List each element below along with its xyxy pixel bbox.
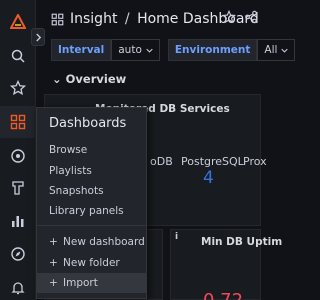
stat-value-postgresql: 4 xyxy=(203,168,214,188)
menu-item-playlists[interactable]: Playlists xyxy=(49,165,92,177)
plus-icon: + xyxy=(49,257,58,269)
chevron-right-icon xyxy=(35,33,41,41)
starred-icon[interactable] xyxy=(0,72,36,104)
menu-divider xyxy=(37,225,146,226)
share-icon[interactable] xyxy=(244,10,258,24)
stat-label-odb: oDB xyxy=(150,155,173,168)
breadcrumb-folder[interactable]: Insight xyxy=(70,11,117,27)
environment-value: All xyxy=(264,44,278,56)
interval-value: auto xyxy=(118,44,142,56)
query-analytics-icon[interactable] xyxy=(0,172,36,204)
star-icon[interactable] xyxy=(222,10,236,24)
interval-variable-label: Interval xyxy=(51,39,112,61)
variables-bar: Interval auto Environment All xyxy=(51,39,296,61)
min-db-uptime-panel: i Min DB Uptim 0 72 xyxy=(170,229,282,300)
chevron-down-icon xyxy=(146,48,153,53)
dashboard-nav: Insight / Home Dashboard xyxy=(37,0,261,38)
environment-variable-label: Environment xyxy=(167,39,258,61)
stat-label-postgresql: PostgreSQL xyxy=(181,155,244,168)
row-title: Overview xyxy=(65,72,127,86)
plus-icon: + xyxy=(49,277,58,289)
interval-select[interactable]: auto xyxy=(111,39,160,61)
plus-icon: + xyxy=(49,236,58,248)
new-dashboard-label: New dashboard xyxy=(63,236,145,248)
toolbar xyxy=(222,10,258,24)
chevron-down-icon xyxy=(281,48,289,53)
bell-icon[interactable] xyxy=(0,272,36,300)
stat-value-uptime: 0 72 xyxy=(203,290,243,300)
search-icon[interactable] xyxy=(0,40,36,72)
row-header-overview[interactable]: ⌄ Overview xyxy=(52,72,126,86)
dashboard-grid-icon xyxy=(51,13,64,25)
import-label: Import xyxy=(63,277,98,289)
stat-label-proxysql: Prox xyxy=(243,155,267,168)
menu-item-browse[interactable]: Browse xyxy=(49,144,87,156)
import-button[interactable]: + Import xyxy=(37,273,146,293)
dashboards-icon[interactable] xyxy=(0,106,36,138)
chart-bar-icon[interactable] xyxy=(0,205,36,237)
sidebar-expand-button[interactable] xyxy=(31,28,45,46)
dashboards-menu: Dashboards Browse Playlists Snapshots Li… xyxy=(36,107,147,299)
panel-title: Min DB Uptim xyxy=(201,236,283,248)
new-dashboard-button[interactable]: + New dashboard xyxy=(37,232,146,252)
explore-icon[interactable] xyxy=(0,140,36,172)
environment-select[interactable]: All xyxy=(257,39,296,61)
compass-icon[interactable] xyxy=(0,238,36,270)
sidebar xyxy=(0,0,36,300)
breadcrumb-separator: / xyxy=(124,11,130,27)
new-folder-label: New folder xyxy=(63,257,120,269)
menu-title[interactable]: Dashboards xyxy=(49,116,126,131)
new-folder-button[interactable]: + New folder xyxy=(37,253,146,273)
menu-item-library-panels[interactable]: Library panels xyxy=(49,205,124,217)
info-icon[interactable]: i xyxy=(175,232,178,242)
menu-item-snapshots[interactable]: Snapshots xyxy=(49,185,104,197)
chevron-down-icon: ⌄ xyxy=(52,72,62,86)
